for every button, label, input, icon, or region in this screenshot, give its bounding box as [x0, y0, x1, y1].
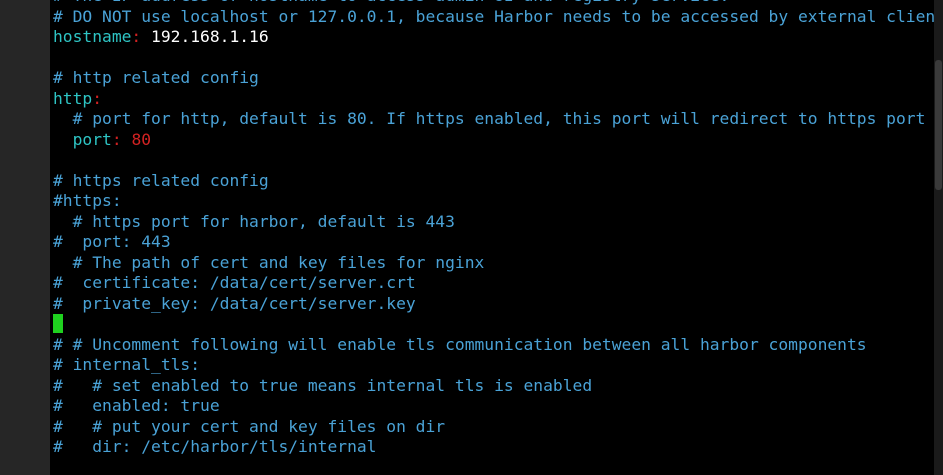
comment-text: # # put your cert and key files on dir — [53, 416, 446, 436]
editor-line: # dir: /etc/harbor/tls/internal — [53, 437, 934, 458]
comment-text: # port: 443 — [53, 232, 171, 251]
key-separator: : — [131, 27, 152, 46]
key-separator: : — [111, 129, 132, 149]
left-margin — [0, 0, 50, 475]
editor-line: # # Uncomment following will enable tls … — [53, 335, 934, 356]
comment-text: # certificate: /data/cert/server.crt — [53, 273, 416, 292]
editor-line — [53, 314, 934, 335]
editor-line: # port for http, default is 80. If https… — [53, 109, 934, 130]
scrollbar-thumb[interactable] — [935, 60, 942, 190]
number-value: 80 — [131, 129, 152, 149]
editor-lines: # The IP address or hostname to access a… — [53, 0, 934, 458]
editor-line: #https: — [53, 191, 934, 212]
editor-line: hostname: 192.168.1.16 — [53, 27, 934, 48]
comment-text: # DO NOT use localhost or 127.0.0.1, bec… — [53, 6, 934, 26]
config-key: http — [53, 88, 93, 108]
config-value: 192.168.1.16 — [151, 27, 269, 46]
comment-text: # # set enabled to true means internal t… — [53, 375, 593, 395]
terminal-editor[interactable]: # The IP address or hostname to access a… — [50, 0, 934, 475]
editor-line: # http related config — [53, 68, 934, 89]
config-key: hostname — [53, 27, 132, 46]
editor-line: # # set enabled to true means internal t… — [53, 376, 934, 397]
comment-text: # The path of cert and key files for ngi… — [53, 252, 485, 272]
editor-line: # certificate: /data/cert/server.crt — [53, 273, 934, 294]
editor-line: port: 80 — [53, 130, 934, 151]
comment-text: # The IP address or hostname to access a… — [53, 0, 729, 5]
screen: # The IP address or hostname to access a… — [0, 0, 943, 475]
text-cursor — [53, 314, 63, 333]
comment-text: # # Uncomment following will enable tls … — [53, 334, 867, 354]
editor-line: # DO NOT use localhost or 127.0.0.1, bec… — [53, 7, 934, 28]
comment-text: # http related config — [53, 68, 259, 87]
comment-text: # internal_tls: — [53, 355, 201, 374]
comment-text: # port for http, default is 80. If https… — [72, 109, 926, 128]
editor-line: http: — [53, 89, 934, 110]
comment-text: #https: — [53, 191, 122, 210]
scrollbar[interactable] — [934, 0, 943, 475]
editor-line: # The path of cert and key files for ngi… — [53, 253, 934, 274]
comment-text: # dir: /etc/harbor/tls/internal — [53, 437, 377, 456]
key-separator: : — [92, 88, 103, 108]
editor-line: # port: 443 — [53, 232, 934, 253]
editor-line: # internal_tls: — [53, 355, 934, 376]
editor-line: # # put your cert and key files on dir — [53, 417, 934, 438]
editor-line: # https related config — [53, 171, 934, 192]
comment-text: # https related config — [53, 170, 269, 190]
editor-line: # enabled: true — [53, 396, 934, 417]
config-key: port — [72, 129, 112, 149]
comment-text: # private_key: /data/cert/server.key — [53, 293, 416, 313]
editor-line: # private_key: /data/cert/server.key — [53, 294, 934, 315]
comment-text: # enabled: true — [53, 396, 220, 415]
comment-text: # https port for harbor, default is 443 — [53, 211, 455, 231]
editor-line: # https port for harbor, default is 443 — [53, 212, 934, 233]
